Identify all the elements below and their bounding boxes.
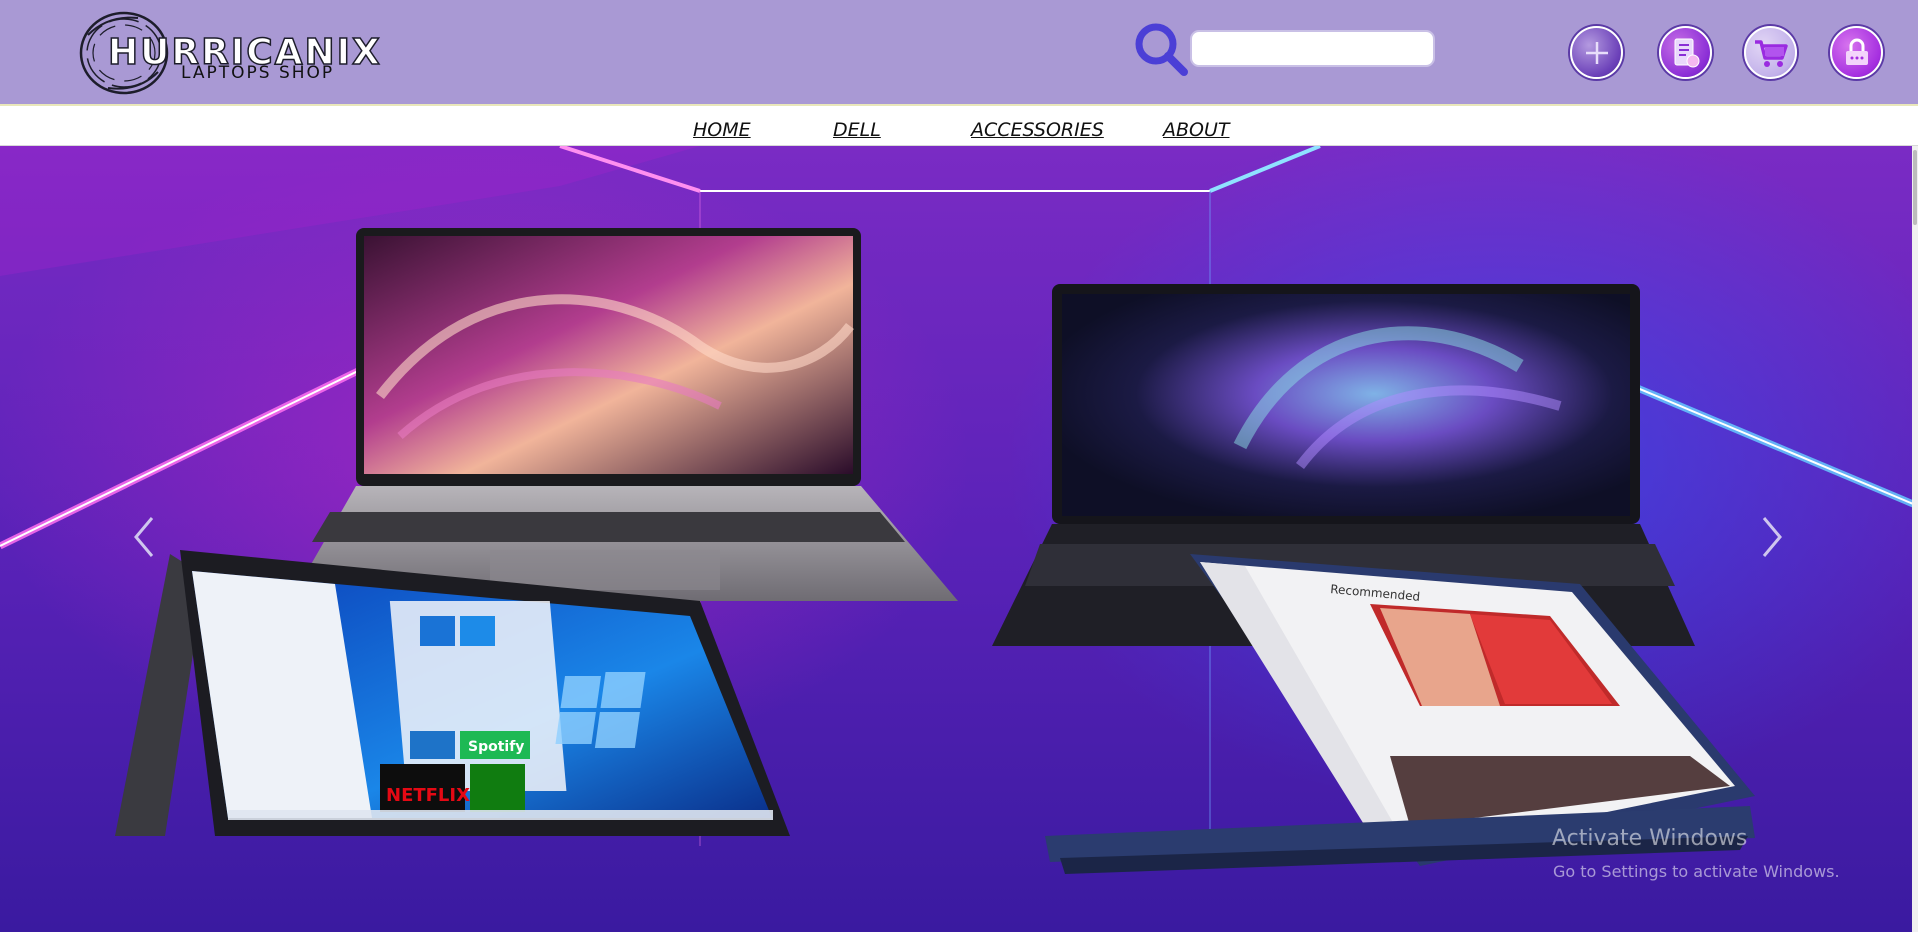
chevron-right-icon [1762,517,1782,557]
netflix-tile-label: NETFLIX [386,785,470,806]
page-scrollbar[interactable] [1912,146,1918,932]
brand-logo[interactable]: HURRICANIX LAPTOPS SHOP [78,10,381,96]
site-header: HURRICANIX LAPTOPS SHOP [0,0,1918,104]
search-input[interactable] [1190,30,1435,67]
scrollbar-thumb[interactable] [1913,150,1917,225]
carousel-next-button[interactable] [1752,512,1792,562]
cart-button[interactable] [1744,26,1797,79]
nav-home[interactable]: HOME [693,119,751,141]
hero-carousel: Spotify NETFLIX Recommended Activate Win… [0,146,1918,932]
activate-windows-title: Activate Windows [1552,826,1748,851]
chevron-left-icon [134,517,154,557]
document-list-icon [1674,38,1699,67]
spotify-tile-label: Spotify [468,739,524,755]
nav-dell[interactable]: DELL [833,119,881,141]
activate-windows-subtitle: Go to Settings to activate Windows. [1553,862,1840,881]
nav-about[interactable]: ABOUT [1163,119,1230,141]
silver-laptop-image [290,228,958,601]
cart-icon [1754,39,1788,67]
nav-accessories[interactable]: ACCESSORIES [971,119,1104,141]
add-button[interactable] [1570,26,1623,79]
brand-subtitle: LAPTOPS SHOP [181,63,335,83]
hero-banner-image: Spotify NETFLIX Recommended [0,146,1918,874]
main-nav: HOME DELL ACCESSORIES ABOUT [0,104,1918,146]
orders-button[interactable] [1659,26,1712,79]
plus-icon [1585,41,1608,64]
account-button[interactable] [1830,26,1883,79]
lock-icon [1845,38,1868,65]
carousel-prev-button[interactable] [124,512,164,562]
search-icon[interactable] [1134,22,1190,78]
